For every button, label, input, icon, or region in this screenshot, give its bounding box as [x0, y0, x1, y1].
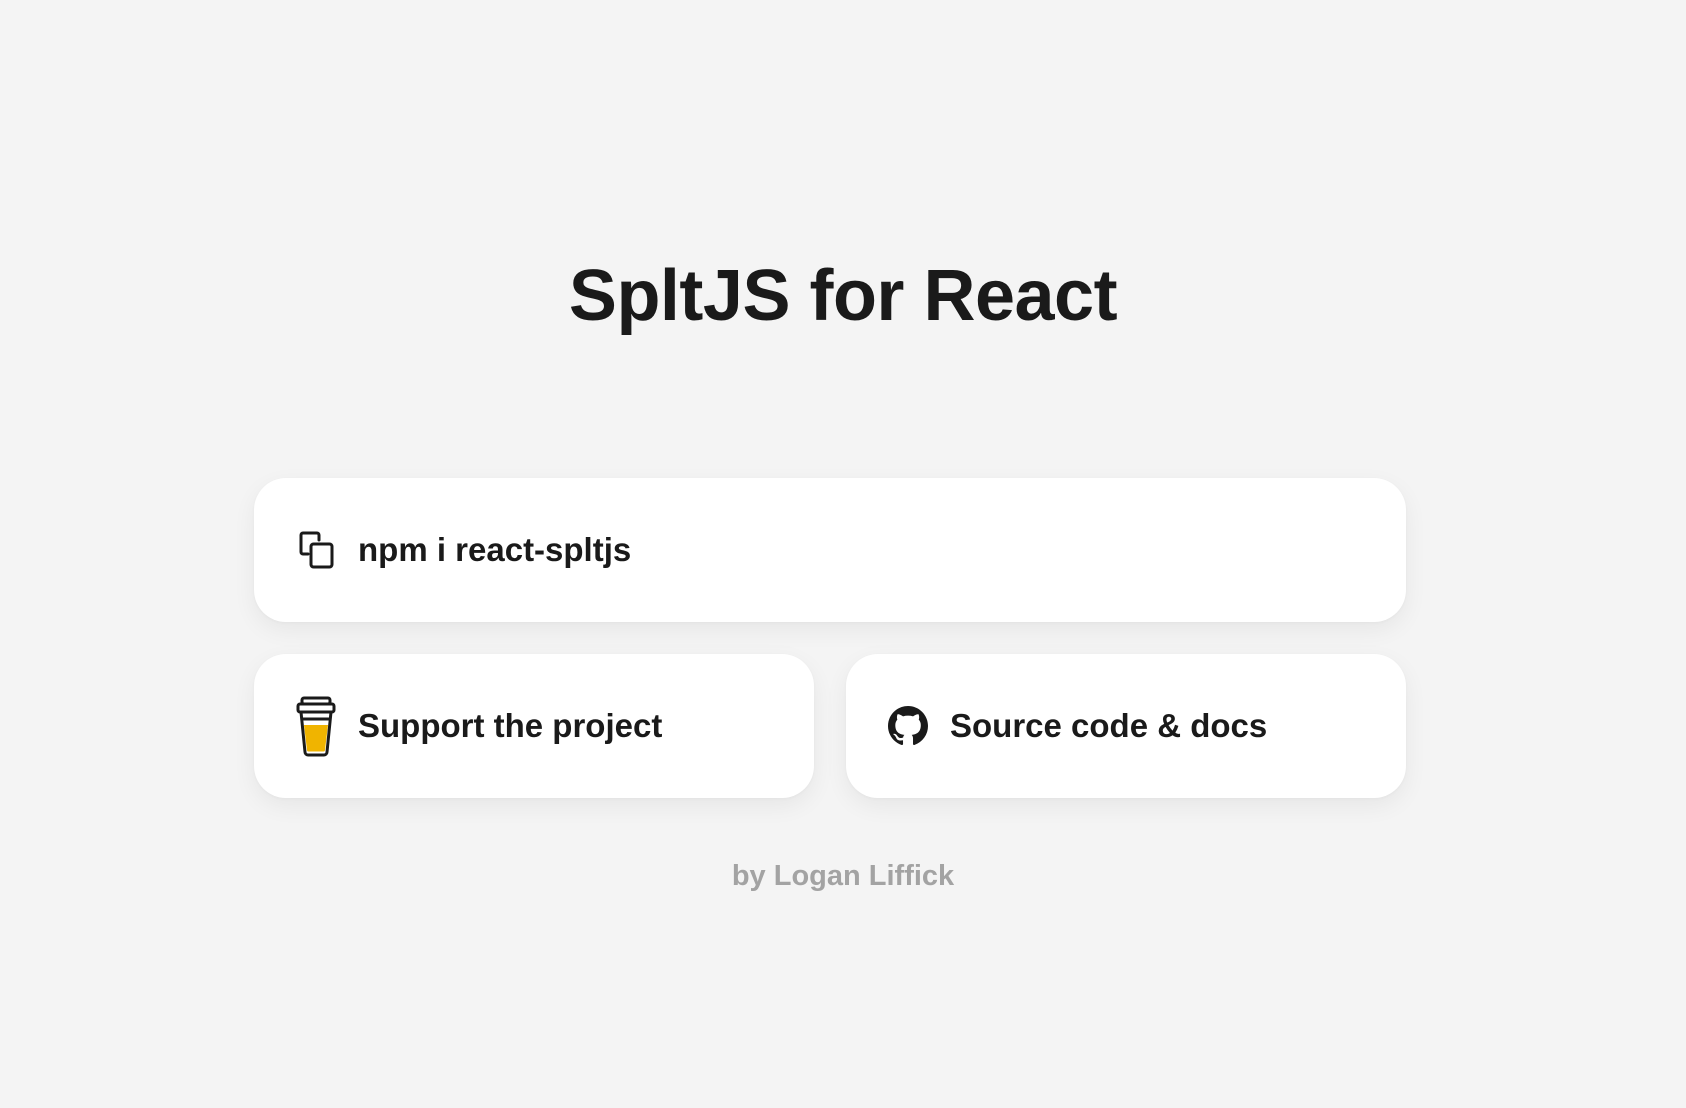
github-icon [886, 704, 930, 748]
support-project-label: Support the project [358, 707, 663, 744]
support-project-link[interactable]: Support the project [254, 654, 814, 798]
install-command-label: npm i react-spltjs [358, 531, 632, 568]
author-byline: by Logan Liffick [731, 860, 955, 892]
coffee-cup-icon [294, 696, 338, 757]
copy-icon[interactable] [294, 528, 338, 572]
source-code-docs-link[interactable]: Source code & docs [846, 654, 1406, 798]
install-command-button[interactable]: npm i react-spltjs [254, 478, 1406, 622]
page-title: SpltJS for React [568, 256, 1118, 336]
source-code-docs-label: Source code & docs [950, 707, 1268, 744]
